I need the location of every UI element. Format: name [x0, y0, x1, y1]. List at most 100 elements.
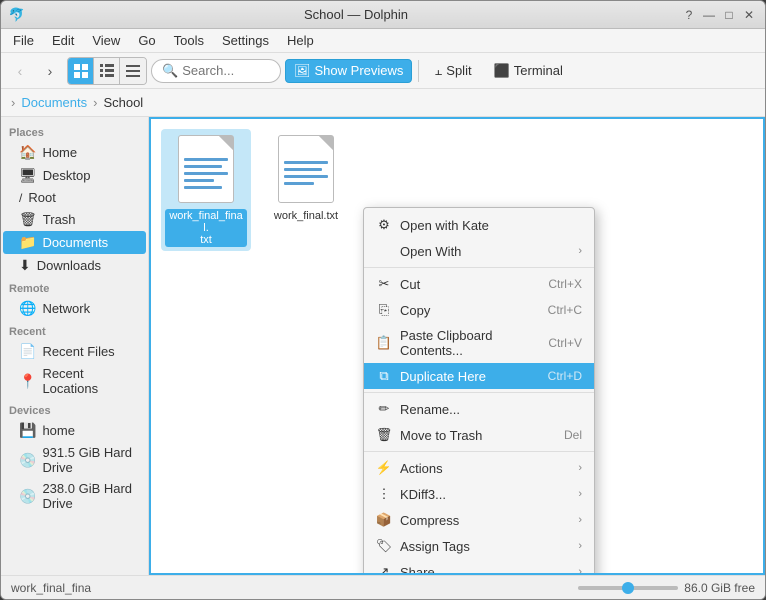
ctx-kdiff-icon: ⋮: [376, 486, 392, 502]
breadcrumb-chevron: ›: [93, 95, 97, 110]
sidebar-home-label: Home: [42, 145, 77, 160]
sidebar-recent-locations-label: Recent Locations: [42, 366, 138, 396]
app-icon: 🐬: [9, 7, 25, 23]
menu-bar: File Edit View Go Tools Settings Help: [1, 29, 765, 53]
sidebar: Places 🏠 Home 🖥 Desktop / Root 🗑 Trash 📁…: [1, 117, 149, 575]
maximize-button[interactable]: □: [721, 7, 737, 23]
ctx-open-with[interactable]: Open With ›: [364, 238, 594, 264]
icon-view-button[interactable]: [68, 58, 94, 84]
ctx-open-with-arrow: ›: [578, 245, 582, 257]
sidebar-item-root[interactable]: / Root: [3, 187, 146, 208]
terminal-button[interactable]: ⬛ Terminal: [485, 59, 572, 83]
sidebar-recent-label: Recent: [1, 320, 148, 340]
menu-help[interactable]: Help: [279, 31, 322, 50]
menu-view[interactable]: View: [84, 31, 128, 50]
home-icon: 🏠: [19, 144, 36, 161]
ctx-open-with-kate[interactable]: ⚙ Open with Kate: [364, 212, 594, 238]
split-button[interactable]: ⫠ Split: [425, 59, 480, 83]
ctx-rename-icon: ✏: [376, 401, 392, 417]
ctx-cut[interactable]: ✂ Cut Ctrl+X: [364, 271, 594, 297]
sidebar-item-network[interactable]: 🌐 Network: [3, 297, 146, 320]
sidebar-item-home[interactable]: 🏠 Home: [3, 141, 146, 164]
sidebar-remote-label: Remote: [1, 277, 148, 297]
ctx-rename[interactable]: ✏ Rename...: [364, 396, 594, 422]
minimize-button[interactable]: —: [701, 7, 717, 23]
list-view-button[interactable]: [120, 58, 146, 84]
ctx-paste-icon: 📋: [376, 335, 392, 351]
sidebar-item-home-device[interactable]: 💾 home: [3, 419, 146, 442]
file-item-2[interactable]: work_final.txt: [261, 129, 351, 227]
search-box[interactable]: 🔍: [151, 59, 281, 83]
sidebar-item-recent-locations[interactable]: 📍 Recent Locations: [3, 363, 146, 399]
sidebar-item-trash[interactable]: 🗑 Trash: [3, 208, 146, 231]
main-content: Places 🏠 Home 🖥 Desktop / Root 🗑 Trash 📁…: [1, 117, 765, 575]
ctx-actions[interactable]: ⚡ Actions ›: [364, 455, 594, 481]
ctx-tags-arrow: ›: [578, 540, 582, 552]
sidebar-desktop-label: Desktop: [43, 168, 91, 183]
sidebar-places-label: Places: [1, 121, 148, 141]
ctx-move-to-trash[interactable]: 🗑 Move to Trash Del: [364, 422, 594, 448]
ctx-kdiff-arrow: ›: [578, 488, 582, 500]
sidebar-item-downloads[interactable]: ⬇ Downloads: [3, 254, 146, 277]
search-input[interactable]: [182, 63, 272, 78]
ctx-compress-arrow: ›: [578, 514, 582, 526]
ctx-share[interactable]: ↗ Share ›: [364, 559, 594, 575]
ctx-compress-icon: 📦: [376, 512, 392, 528]
hdd1-icon: 💿: [19, 452, 36, 469]
free-space-label: 86.0 GiB free: [684, 581, 755, 595]
previews-icon: 🖼: [294, 63, 311, 79]
sidebar-item-recent-files[interactable]: 📄 Recent Files: [3, 340, 146, 363]
ctx-compress[interactable]: 📦 Compress ›: [364, 507, 594, 533]
close-button[interactable]: ✕: [741, 7, 757, 23]
sidebar-recent-files-label: Recent Files: [42, 344, 114, 359]
breadcrumb-documents[interactable]: Documents: [17, 93, 91, 112]
sidebar-item-hdd1[interactable]: 💿 931.5 GiB Hard Drive: [3, 442, 146, 478]
menu-tools[interactable]: Tools: [166, 31, 212, 50]
ctx-paste[interactable]: 📋 Paste Clipboard Contents... Ctrl+V: [364, 323, 594, 363]
ctx-cut-icon: ✂: [376, 276, 392, 292]
file-thumb-1: [170, 133, 242, 205]
sidebar-network-label: Network: [42, 301, 90, 316]
show-previews-button[interactable]: 🖼 Show Previews: [285, 59, 412, 83]
status-bar: work_final_fina 86.0 GiB free: [1, 575, 765, 599]
menu-edit[interactable]: Edit: [44, 31, 82, 50]
sidebar-devices-label: Devices: [1, 399, 148, 419]
ctx-actions-arrow: ›: [578, 462, 582, 474]
ctx-tags-icon: 🏷: [376, 538, 392, 554]
ctx-trash-icon: 🗑: [376, 427, 392, 443]
breadcrumb-bar: › Documents › School: [1, 89, 765, 117]
split-icon: ⫠: [434, 63, 442, 79]
forward-button[interactable]: ›: [37, 58, 63, 84]
zoom-slider-track[interactable]: [578, 586, 678, 590]
file-label-2: work_final.txt: [271, 209, 341, 223]
sidebar-hdd2-label: 238.0 GiB Hard Drive: [42, 481, 138, 511]
file-item-selected[interactable]: work_final_final.txt: [161, 129, 251, 251]
file-thumb-2: [270, 133, 342, 205]
breadcrumb-current: School: [99, 93, 147, 112]
back-button[interactable]: ‹: [7, 58, 33, 84]
terminal-icon: ⬛: [494, 63, 510, 79]
sidebar-trash-label: Trash: [43, 212, 76, 227]
ctx-assign-tags[interactable]: 🏷 Assign Tags ›: [364, 533, 594, 559]
recent-files-icon: 📄: [19, 343, 36, 360]
zoom-slider-thumb[interactable]: [622, 582, 634, 594]
menu-go[interactable]: Go: [130, 31, 163, 50]
root-icon: /: [19, 191, 22, 205]
recent-locations-icon: 📍: [19, 373, 36, 390]
file-label-1: work_final_final.txt: [165, 209, 247, 247]
menu-settings[interactable]: Settings: [214, 31, 277, 50]
downloads-icon: ⬇: [19, 257, 31, 274]
sidebar-downloads-label: Downloads: [37, 258, 101, 273]
sidebar-item-desktop[interactable]: 🖥 Desktop: [3, 164, 146, 187]
sidebar-item-documents[interactable]: 📁 Documents: [3, 231, 146, 254]
window-controls: ? — □ ✕: [681, 7, 757, 23]
sidebar-item-hdd2[interactable]: 💿 238.0 GiB Hard Drive: [3, 478, 146, 514]
ctx-share-arrow: ›: [578, 566, 582, 575]
menu-file[interactable]: File: [5, 31, 42, 50]
ctx-copy[interactable]: ⎘ Copy Ctrl+C: [364, 297, 594, 323]
compact-view-button[interactable]: [94, 58, 120, 84]
ctx-duplicate[interactable]: ⧉ Duplicate Here Ctrl+D: [364, 363, 594, 389]
help-button[interactable]: ?: [681, 7, 697, 23]
ctx-kdiff[interactable]: ⋮ KDiff3... ›: [364, 481, 594, 507]
ctx-sep-1: [364, 267, 594, 268]
